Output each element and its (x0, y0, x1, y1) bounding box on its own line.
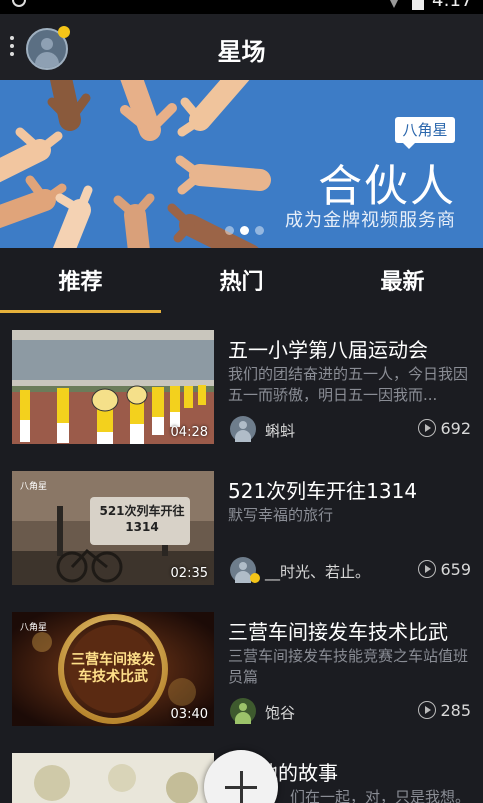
video-duration: 02:35 (170, 566, 208, 581)
active-tab-indicator (0, 310, 161, 313)
play-count: 659 (418, 560, 471, 579)
play-count-icon (418, 419, 437, 437)
play-count-value: 285 (440, 701, 471, 720)
play-count-value: 692 (440, 419, 471, 438)
video-card[interactable]: 04:28 五一小学第八届运动会 我们的团结奋进的五一人，今日我因五一而骄傲，明… (0, 314, 483, 444)
author-name[interactable]: __时光、若止。 (265, 561, 370, 582)
top-app-bar: 星场 (0, 14, 483, 80)
author-name[interactable]: 蝌蚪 (265, 420, 295, 441)
author-avatar[interactable] (230, 698, 256, 724)
thumbnail-caption: 三营车间接发车技术比武 (71, 652, 155, 685)
tab-recommended[interactable]: 推荐 (0, 264, 161, 296)
video-duration: 03:40 (170, 707, 208, 722)
video-title[interactable]: 521次列车开往1314 (228, 475, 478, 504)
carousel-indicator (225, 226, 275, 238)
video-thumbnail[interactable]: 04:28 (12, 330, 214, 444)
video-thumbnail[interactable]: 八角星 三营车间接发车技术比武 03:40 (12, 612, 214, 726)
play-count-icon (418, 560, 437, 578)
video-description: 三营车间接发车技能竞赛之车站值班员篇 (228, 647, 469, 686)
play-count: 692 (418, 419, 471, 438)
thumbnail-caption: 521次列车开往1314 (99, 504, 185, 534)
tab-bar: 推荐 热门 最新 (0, 248, 483, 314)
video-card[interactable]: 八角星 521次列车开往1314 02:35 521次列车开往1314 默写幸福… (0, 455, 483, 585)
thumbnail-watermark: 八角星 (20, 482, 48, 492)
page-title: 星场 (217, 38, 266, 66)
video-description: 默写幸福的旅行 (228, 506, 334, 524)
author-avatar[interactable] (230, 416, 256, 442)
video-description: 我们的团结奋进的五一人，今日我因五一而骄傲，明日五一因我而... (228, 365, 469, 404)
banner-headline: 合伙人 (318, 161, 456, 212)
verified-badge-icon (250, 573, 260, 583)
play-count-value: 659 (440, 560, 471, 579)
partial-thumbnail-image (12, 753, 214, 803)
play-count-icon (418, 701, 437, 719)
author-name[interactable]: 饱谷 (265, 702, 295, 723)
status-time: 4:17 (432, 0, 473, 11)
video-title[interactable]: 他的故事 (258, 757, 483, 786)
plus-icon-vertical (240, 771, 243, 803)
carousel-dot-active[interactable] (240, 226, 249, 235)
tab-popular[interactable]: 热门 (161, 264, 322, 296)
thumbnail-watermark: 八角星 (20, 623, 48, 633)
video-title[interactable]: 五一小学第八届运动会 (228, 334, 478, 363)
video-thumbnail[interactable] (12, 753, 214, 803)
carousel-dot[interactable] (255, 226, 264, 235)
carousel-dot[interactable] (225, 226, 234, 235)
wifi-icon (386, 0, 402, 8)
battery-icon (412, 0, 424, 10)
video-card[interactable]: 八角星 三营车间接发车技术比武 03:40 三营车间接发车技术比武 三营车间接发… (0, 596, 483, 726)
play-count: 285 (418, 701, 471, 720)
video-duration: 04:28 (170, 425, 208, 440)
status-bar: 4:17 (0, 0, 483, 14)
promo-banner[interactable]: 八角星 合伙人 成为金牌视频服务商 (0, 80, 483, 248)
video-thumbnail[interactable]: 八角星 521次列车开往1314 02:35 (12, 471, 214, 585)
banner-subline: 成为金牌视频服务商 (285, 210, 456, 231)
video-description: 们在一起，对，只是我想。 (290, 788, 470, 803)
search-icon[interactable] (12, 0, 26, 7)
tab-latest[interactable]: 最新 (322, 264, 483, 296)
video-title[interactable]: 三营车间接发车技术比武 (228, 616, 478, 645)
brand-logo-badge: 八角星 (395, 117, 455, 149)
